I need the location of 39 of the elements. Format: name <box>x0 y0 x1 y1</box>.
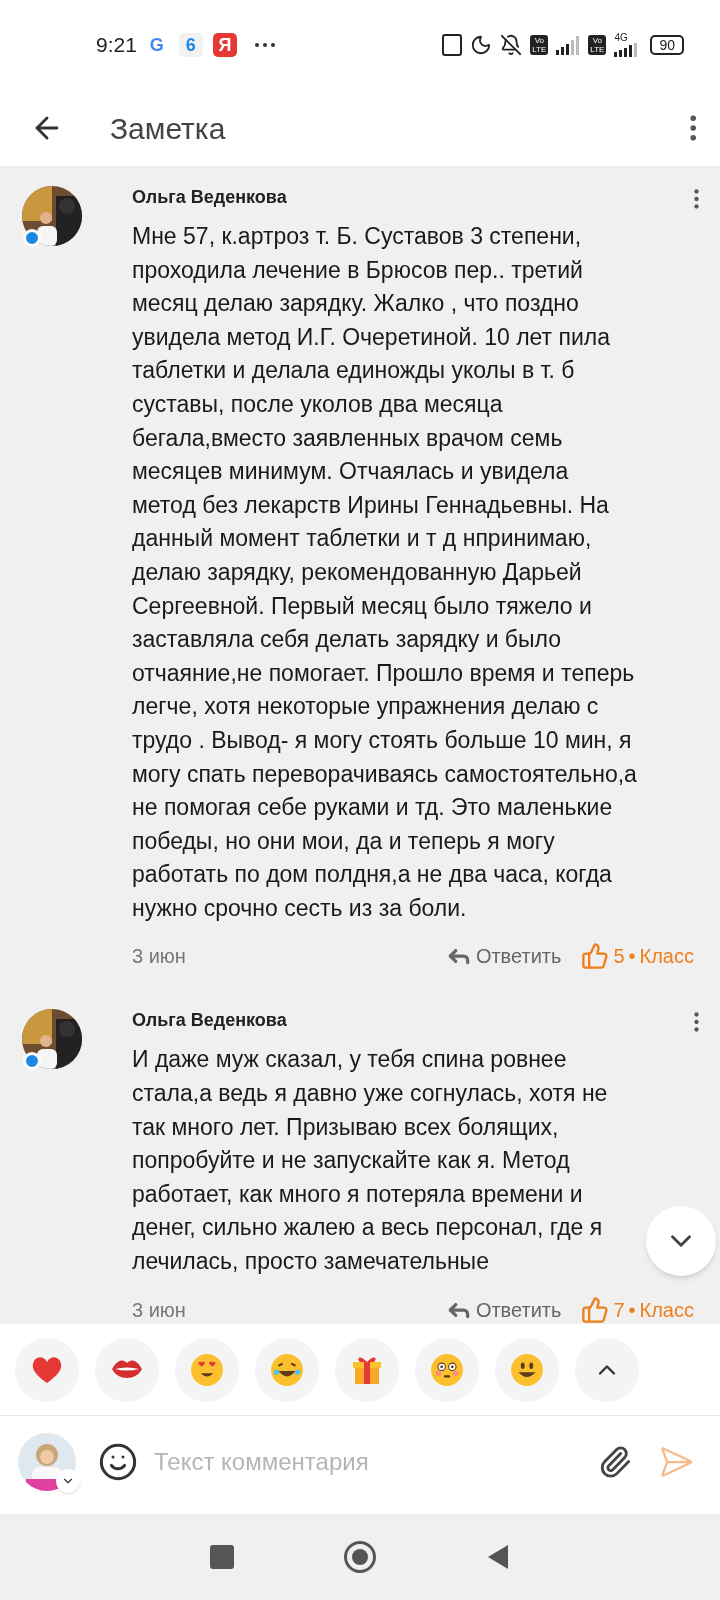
menu-icon <box>689 115 696 141</box>
network-type: 4G <box>614 33 628 43</box>
status-time: 9:21 <box>96 32 137 59</box>
comment-date: 3 июн <box>132 944 186 970</box>
yandex-notification-icon: Я <box>212 33 237 57</box>
back-nav-button[interactable] <box>486 1543 510 1571</box>
page-title: Заметка <box>110 110 226 147</box>
thumbs-up-icon <box>581 1295 610 1324</box>
signal-icon <box>614 43 639 57</box>
more-icon <box>693 1012 699 1033</box>
emoji-button[interactable] <box>98 1442 138 1482</box>
flushed-face-icon <box>430 1352 464 1387</box>
volte-icon: Vo LTE <box>588 35 607 55</box>
more-icon <box>693 189 699 209</box>
reply-button[interactable]: Ответить <box>445 941 562 972</box>
author-name[interactable]: Ольга Веденкова <box>132 184 287 210</box>
bell-off-icon <box>500 34 523 56</box>
smiley-face-icon <box>510 1352 544 1387</box>
battery-indicator: 90 <box>650 35 684 55</box>
volte-icon: Vo LTE <box>530 35 549 55</box>
menu-button[interactable] <box>689 115 696 141</box>
google-notification-icon: G <box>144 33 169 57</box>
comment-date: 3 июн <box>132 1297 186 1323</box>
laughing-face-icon <box>270 1352 304 1387</box>
comment-text: Мне 57, к.артроз т. Б. Суставов 3 степени, проходила лечение в Брюсов пер.. третий месяц делаю зарядку. Жалко , что поздно увидела метод И.Г. Очеретиной. 10 лет пила таблетки и делала единожды уколы в т. б суставы, после уколов два месяца бегала,вместо заявленных врачом семь месяцев минимум. Отчаялась и увидела метод без лекарств Ирины Геннадьевны. На данный момент таблетки и т д нпринимаю, делаю зарядку, рекомендованную Дарьей Сергеевной. Первый месяц было тяжело и заставляла себя делать зарядку и было отчаяние,не помогает. Прошло время и теперь легче, хотя некоторые упражнения делаю с трудо . Вывод- я могу стоять больше 10 мин, я могу спать переворачиваясь самостоятельно,а не помогая себе руками и тд. Это маленькие победы, но они мои, да и теперь я могу работать по дом полдня,а не два часа, когда нужно срочно сесть из за боли. <box>132 222 638 923</box>
comment-input-field[interactable]: Текст комментария <box>154 1444 598 1480</box>
moon-icon <box>470 34 493 56</box>
comment-text: И даже муж сказал, у тебя спина ровнее стала,а ведь я давно уже согнулась, хотя не так много лет. Призываю всех болящих, попробуйте и не запускайте как я. Метод работает, как много я потеряла времени и денег, сильно жалею а весь персонал, где я лечилась, просто замечательные <box>132 1045 609 1277</box>
heart-icon <box>31 1354 63 1385</box>
account-switch-icon[interactable] <box>56 1469 80 1493</box>
author-name[interactable]: Ольга Веденкова <box>132 1007 287 1034</box>
signal-icon <box>556 35 581 55</box>
calendar-notification-icon: 6 <box>178 33 203 57</box>
attach-button[interactable] <box>598 1445 632 1479</box>
more-notifications-icon <box>254 43 275 47</box>
home-button[interactable] <box>344 1541 376 1573</box>
reply-button[interactable]: Ответить <box>445 1294 562 1324</box>
thumbs-up-icon <box>581 942 610 971</box>
heart-eyes-face-icon <box>190 1352 224 1387</box>
